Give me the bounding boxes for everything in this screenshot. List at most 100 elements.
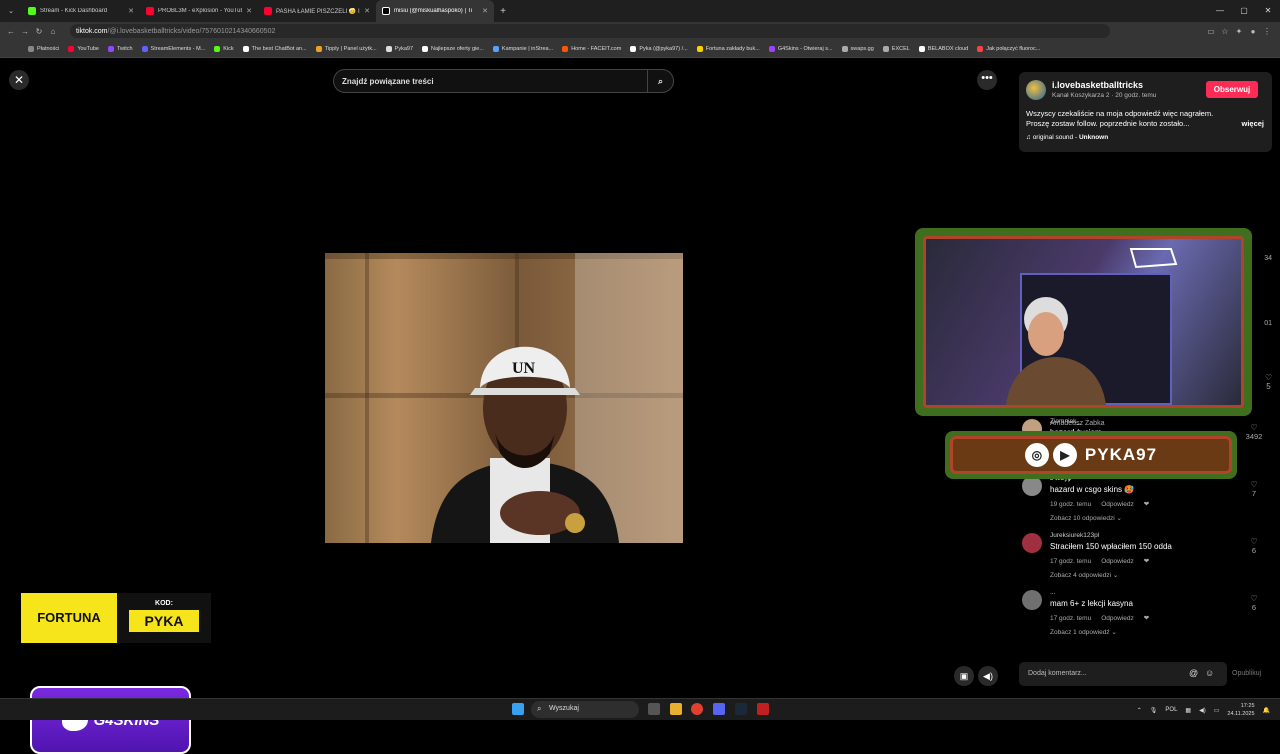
bookmark-item[interactable]: Płatności bbox=[28, 45, 59, 52]
reply-button[interactable]: Odpowiedz bbox=[1101, 558, 1134, 565]
mention-icon[interactable]: @ bbox=[1189, 668, 1198, 678]
video-player[interactable]: UN bbox=[325, 58, 683, 698]
url-field[interactable]: tiktok.com/@i.lovebasketballtricks/video… bbox=[70, 24, 1110, 38]
kick-icon bbox=[28, 7, 36, 15]
start-icon[interactable] bbox=[512, 703, 524, 715]
like-button[interactable]: ♡ 6 bbox=[1242, 594, 1266, 612]
heart-icon: ♡ bbox=[1250, 537, 1258, 546]
profile-icon[interactable]: ● bbox=[1246, 27, 1260, 36]
volume-button[interactable]: ◀) bbox=[978, 666, 998, 686]
new-tab-button[interactable]: + bbox=[494, 6, 512, 17]
tab-youtube-2[interactable]: PASHA ŁAMIE PISZCZELI 🤕 I Z ✕ bbox=[258, 0, 376, 22]
bookmark-icon bbox=[315, 45, 322, 52]
sound-link[interactable]: ♫ original sound - Unknown bbox=[1026, 134, 1108, 141]
like-button[interactable]: ♡ 7 bbox=[1242, 480, 1266, 498]
description-line-2: Proszę zostaw follow. poprzednie konto z… bbox=[1026, 119, 1190, 128]
tab-kick-dashboard[interactable]: Stream - Kick Dashboard ✕ bbox=[22, 0, 140, 22]
cast-icon[interactable]: ▭ bbox=[1204, 27, 1218, 36]
youtube-icon bbox=[264, 7, 272, 15]
bookmark-item[interactable]: Home - FACEIT.com bbox=[562, 45, 621, 52]
avatar[interactable] bbox=[1022, 476, 1042, 496]
bookmark-item[interactable]: BELABOX cloud bbox=[918, 45, 968, 52]
bookmark-item[interactable]: swaps.gg bbox=[841, 45, 874, 52]
avatar[interactable] bbox=[1022, 533, 1042, 553]
bookmark-item[interactable]: Kick bbox=[214, 45, 234, 52]
maximize-button[interactable]: ▢ bbox=[1232, 0, 1256, 22]
follow-button[interactable]: Obserwuj bbox=[1206, 81, 1258, 98]
menu-icon[interactable]: ⋮ bbox=[1260, 27, 1274, 36]
like-count-partial: 34 bbox=[1264, 255, 1272, 262]
bookmark-item[interactable]: Fortuna zakłady buk... bbox=[696, 45, 760, 52]
like-button[interactable]: ♡ 3492 bbox=[1242, 423, 1266, 441]
reload-icon[interactable]: ↻ bbox=[32, 27, 46, 36]
comment-text: hazard w csgo skins 🥵 bbox=[1050, 485, 1135, 494]
bookmark-item[interactable]: Tipply | Panel użytk... bbox=[315, 45, 377, 52]
more-options-button[interactable]: ••• bbox=[977, 70, 997, 90]
bookmark-item[interactable]: Najlepsze oferty gie... bbox=[422, 45, 484, 52]
avatar[interactable] bbox=[1022, 590, 1042, 610]
username[interactable]: i.lovebasketballtricks bbox=[1052, 80, 1143, 90]
bookmark-item[interactable]: The best ChatBot an... bbox=[242, 45, 307, 52]
task-view-icon[interactable] bbox=[648, 703, 660, 715]
bookmark-item[interactable]: Jak połączyć fluoroc... bbox=[977, 45, 1040, 52]
close-window-button[interactable]: ✕ bbox=[1256, 0, 1280, 22]
back-icon[interactable]: ← bbox=[4, 27, 18, 36]
reply-button[interactable]: Odpowiedz bbox=[1101, 615, 1134, 622]
view-replies-button[interactable]: Zobacz 1 odpowiedź ⌄ bbox=[1050, 628, 1117, 636]
search-icon[interactable]: ⌕ bbox=[647, 70, 673, 92]
video-frame: UN bbox=[325, 253, 683, 543]
comment-input[interactable]: Dodaj komentarz... @ ☺ bbox=[1019, 662, 1227, 686]
chrome-icon[interactable] bbox=[691, 703, 703, 715]
taskbar-search[interactable]: ⌕ Wyszukaj bbox=[531, 701, 639, 718]
close-tab-icon[interactable]: ✕ bbox=[482, 7, 488, 15]
publish-button[interactable]: Opublikuj bbox=[1232, 670, 1261, 677]
bookmark-item[interactable]: Pyka97 bbox=[385, 45, 413, 52]
bookmark-item[interactable]: StreamElements - M... bbox=[141, 45, 205, 52]
emoji-icon[interactable]: ☺ bbox=[1205, 668, 1214, 678]
close-tab-icon[interactable]: ✕ bbox=[128, 7, 134, 15]
like-button[interactable]: ♡ 5 bbox=[1265, 373, 1272, 391]
reply-button[interactable]: Odpowiedz bbox=[1101, 501, 1134, 508]
bookmark-item[interactable]: Twitch bbox=[107, 45, 133, 52]
comment-author[interactable]: ... bbox=[1050, 589, 1055, 596]
discord-icon[interactable] bbox=[713, 703, 725, 715]
close-tab-icon[interactable]: ✕ bbox=[246, 7, 252, 15]
close-tab-icon[interactable]: ✕ bbox=[364, 7, 370, 15]
star-icon[interactable]: ☆ bbox=[1218, 27, 1232, 36]
captions-button[interactable]: ▣ bbox=[954, 666, 974, 686]
minimize-button[interactable]: — bbox=[1208, 0, 1232, 22]
mic-icon[interactable]: 🎙 bbox=[1150, 707, 1158, 714]
avatar[interactable] bbox=[1026, 80, 1046, 100]
volume-icon[interactable]: ◀) bbox=[1199, 707, 1206, 714]
network-icon[interactable]: ▦ bbox=[1185, 707, 1191, 714]
like-button[interactable]: ♡ 6 bbox=[1242, 537, 1266, 555]
forward-icon[interactable]: → bbox=[18, 27, 32, 36]
related-search-input[interactable]: Znajdź powiązane treści ⌕ bbox=[333, 69, 674, 93]
tab-tiktok[interactable]: misiu (@miskualhaspoko) | Ti ✕ bbox=[376, 0, 494, 22]
file-explorer-icon[interactable] bbox=[670, 703, 682, 715]
chevron-up-icon[interactable]: ⌃ bbox=[1137, 707, 1142, 714]
home-icon[interactable]: ⌂ bbox=[46, 27, 60, 36]
tab-search-icon[interactable]: ⌄ bbox=[0, 7, 22, 15]
like-count: 3492 bbox=[1245, 432, 1263, 441]
heart-icon: ♡ bbox=[1250, 480, 1258, 489]
bookmark-item[interactable]: EXCEL bbox=[882, 45, 910, 52]
bookmark-item[interactable]: YouTube bbox=[68, 45, 99, 52]
language-indicator[interactable]: POL bbox=[1165, 707, 1177, 713]
tab-youtube-1[interactable]: PROBL3M - eXplosion - YouTube ✕ bbox=[140, 0, 258, 22]
bookmark-icon bbox=[977, 45, 984, 52]
view-replies-button[interactable]: Zobacz 4 odpowiedzi ⌄ bbox=[1050, 571, 1118, 579]
bookmark-item[interactable]: Pyka (@pyka97) /... bbox=[630, 45, 688, 52]
bookmark-item[interactable]: Kampanie | inStrea... bbox=[492, 45, 553, 52]
tiktok-icon bbox=[382, 7, 390, 15]
steam-icon[interactable] bbox=[735, 703, 747, 715]
extensions-icon[interactable]: ✦ bbox=[1232, 27, 1246, 36]
notification-icon[interactable]: 🔔 bbox=[1263, 707, 1270, 714]
obs-icon[interactable] bbox=[757, 703, 769, 715]
close-video-button[interactable]: ✕ bbox=[9, 70, 29, 90]
bookmark-item[interactable]: G4Skins - Otwieraj s... bbox=[768, 45, 833, 52]
view-replies-button[interactable]: Zobacz 10 odpowiedzi ⌄ bbox=[1050, 514, 1122, 522]
clock[interactable]: 17:25 24.11.2025 bbox=[1227, 702, 1254, 718]
comment-author[interactable]: Jureksiurek123pl bbox=[1050, 532, 1099, 539]
more-link[interactable]: więcej bbox=[1241, 119, 1264, 128]
